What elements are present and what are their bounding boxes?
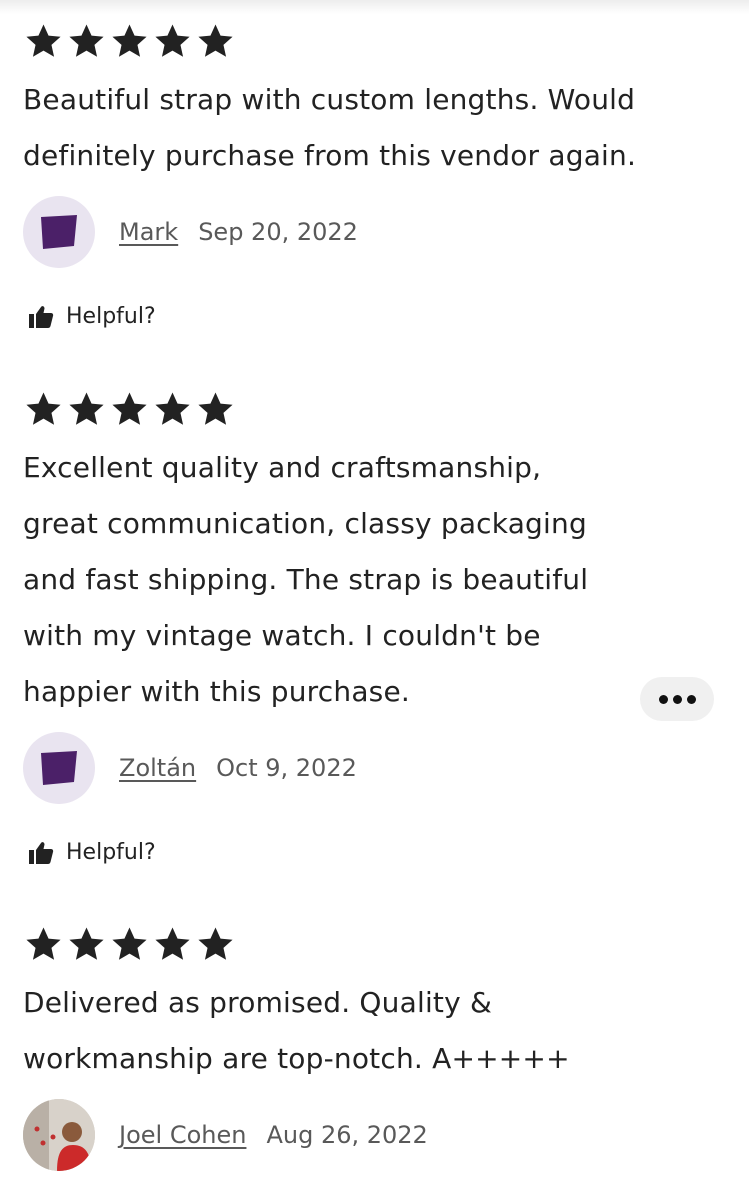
avatar[interactable] <box>23 732 95 804</box>
user-photo-icon <box>23 1099 95 1171</box>
star-icon <box>23 390 64 429</box>
star-icon <box>109 22 150 61</box>
star-icon <box>152 390 193 429</box>
review-date: Aug 26, 2022 <box>266 1121 428 1149</box>
star-icon <box>23 22 64 61</box>
star-icon <box>152 22 193 61</box>
thumbs-up-icon <box>29 305 54 328</box>
top-edge-shadow <box>0 0 749 14</box>
review-meta: Zoltán Oct 9, 2022 <box>23 732 723 804</box>
star-icon <box>66 925 107 964</box>
review-item: Excellent quality and craftsmanship, gre… <box>23 390 723 865</box>
star-icon <box>195 925 236 964</box>
review-meta: Joel Cohen Aug 26, 2022 <box>23 1099 723 1171</box>
review-item: Delivered as promised. Quality & workman… <box>23 925 723 1171</box>
more-horizontal-icon <box>686 694 696 704</box>
default-avatar-icon <box>41 751 77 785</box>
reviewer-name-link[interactable]: Joel Cohen <box>119 1121 246 1149</box>
review-text: Excellent quality and craftsmanship, gre… <box>23 451 589 708</box>
review-date: Oct 9, 2022 <box>216 754 357 782</box>
review-date: Sep 20, 2022 <box>198 218 358 246</box>
helpful-button[interactable]: Helpful? <box>28 840 156 865</box>
review-item: Beautiful strap with custom lengths. Wou… <box>23 22 723 329</box>
star-icon <box>109 390 150 429</box>
review-meta: Mark Sep 20, 2022 <box>23 196 723 268</box>
more-options-button[interactable] <box>640 677 714 721</box>
star-icon <box>66 22 107 61</box>
thumbs-up-icon <box>29 841 54 864</box>
star-icon <box>195 390 236 429</box>
star-rating <box>23 390 723 428</box>
default-avatar-icon <box>41 215 77 249</box>
star-icon <box>109 925 150 964</box>
star-rating <box>23 22 723 60</box>
avatar[interactable] <box>23 196 95 268</box>
star-icon <box>23 925 64 964</box>
star-icon <box>66 390 107 429</box>
review-text: Delivered as promised. Quality & workman… <box>23 986 570 1075</box>
review-text: Beautiful strap with custom lengths. Wou… <box>23 83 637 172</box>
avatar-photo[interactable] <box>23 1099 95 1171</box>
more-horizontal-icon <box>672 694 682 704</box>
star-icon <box>195 22 236 61</box>
reviewer-name-link[interactable]: Zoltán <box>119 754 196 782</box>
star-rating <box>23 925 723 963</box>
more-horizontal-icon <box>658 694 668 704</box>
star-icon <box>152 925 193 964</box>
helpful-label: Helpful? <box>66 840 156 865</box>
helpful-button[interactable]: Helpful? <box>28 304 156 329</box>
reviewer-name-link[interactable]: Mark <box>119 218 178 246</box>
helpful-label: Helpful? <box>66 304 156 329</box>
